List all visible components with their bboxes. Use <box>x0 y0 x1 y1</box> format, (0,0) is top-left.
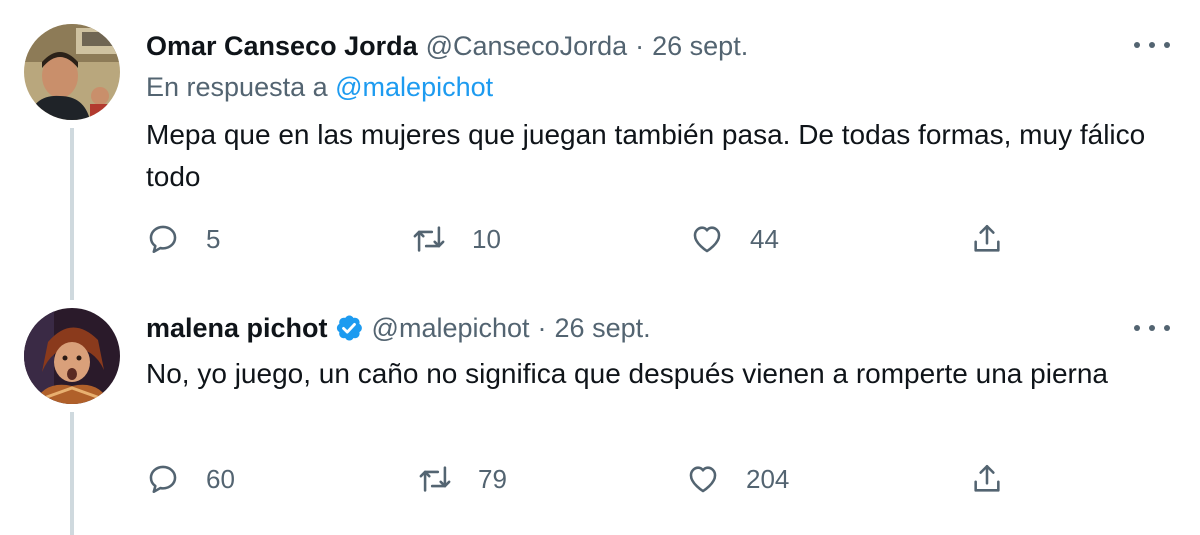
reply-icon <box>149 465 177 494</box>
tweet-date[interactable]: 26 sept. <box>652 31 748 62</box>
reply-count: 60 <box>206 463 235 494</box>
reply-button[interactable]: 5 <box>146 222 220 256</box>
retweet-button[interactable]: 10 <box>412 222 501 256</box>
verified-badge-icon <box>334 313 364 343</box>
reply-mention-link[interactable]: @malepichot <box>335 72 493 102</box>
reply-count: 5 <box>206 223 221 254</box>
tweet-malena[interactable]: malena pichot @malepichot · 26 sept. No,… <box>0 300 1200 535</box>
author-name[interactable]: malena pichot <box>146 313 328 344</box>
retweet-button[interactable]: 79 <box>418 462 507 496</box>
like-button[interactable]: 44 <box>690 222 779 256</box>
avatar-malena[interactable] <box>24 308 120 404</box>
header-separator: · <box>635 30 645 61</box>
share-button[interactable] <box>970 462 1004 496</box>
thread-connector-line <box>70 128 74 300</box>
tweet-text: Mepa que en las mujeres que juegan tambi… <box>146 119 1146 192</box>
share-icon <box>974 464 1000 492</box>
thread-connector-line <box>70 412 74 535</box>
tweet-text: No, yo juego, un caño no significa que d… <box>146 358 1108 389</box>
reply-button[interactable]: 60 <box>146 462 235 496</box>
reply-prefix: En respuesta a <box>146 72 328 102</box>
retweet-count: 79 <box>478 463 507 494</box>
retweet-icon <box>419 466 451 492</box>
tweet-date[interactable]: 26 sept. <box>555 313 651 344</box>
header-separator: · <box>537 312 547 343</box>
avatar-omar[interactable] <box>24 24 120 120</box>
more-icon[interactable] <box>1134 35 1170 55</box>
author-name[interactable]: Omar Canseco Jorda <box>146 31 418 62</box>
tweet-omar[interactable]: Omar Canseco Jorda @CansecoJorda · 26 se… <box>0 0 1200 300</box>
reply-icon <box>149 225 177 254</box>
author-handle[interactable]: @malepichot <box>372 313 530 344</box>
share-button[interactable] <box>970 222 1004 256</box>
tweet-header: Omar Canseco Jorda @CansecoJorda · 26 se… <box>146 26 748 66</box>
heart-icon <box>693 226 721 253</box>
retweet-icon <box>413 226 445 252</box>
share-icon <box>974 224 1000 252</box>
heart-icon <box>689 466 717 493</box>
tweet-header: malena pichot @malepichot · 26 sept. <box>146 308 651 348</box>
retweet-count: 10 <box>472 223 501 254</box>
like-button[interactable]: 204 <box>686 462 789 496</box>
reply-context: En respuesta a @malepichot <box>146 72 493 103</box>
like-count: 44 <box>750 223 779 254</box>
author-handle[interactable]: @CansecoJorda <box>426 31 628 62</box>
like-count: 204 <box>746 463 790 494</box>
more-icon[interactable] <box>1134 318 1170 338</box>
